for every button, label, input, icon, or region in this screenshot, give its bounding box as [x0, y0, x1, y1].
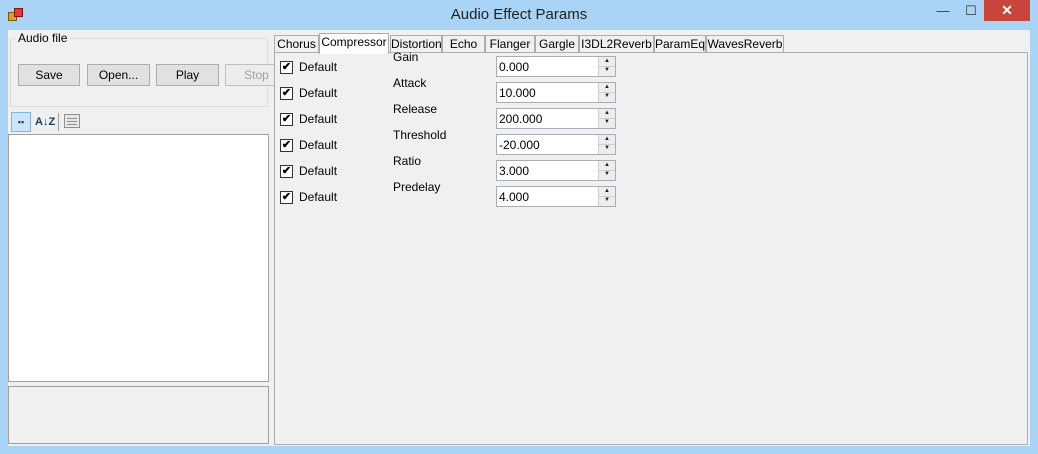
audio-file-group-label: Audio file [16, 31, 70, 45]
tab-chorus[interactable]: Chorus [274, 35, 319, 53]
spin-buttons: ▲ ▼ [598, 161, 615, 180]
property-pages-icon[interactable] [64, 114, 80, 128]
tab-parameq[interactable]: ParamEq [654, 35, 706, 53]
default-checkbox[interactable]: ✔ [280, 139, 293, 152]
alphabetical-sort-icon[interactable]: A↓Z [35, 112, 55, 132]
app-window: Audio Effect Params — ☐ ✕ Audio file Sav… [0, 0, 1038, 454]
param-label-ratio: Ratio [393, 154, 422, 168]
tab-compressor[interactable]: Compressor [319, 33, 389, 54]
default-label: Default [299, 190, 338, 204]
param-row-gain: ✔ Default Gain 0.000 ▲ ▼ [275, 50, 1029, 81]
categorized-icon[interactable]: ▪▪ [11, 112, 31, 132]
param-label-threshold: Threshold [393, 128, 447, 142]
play-button[interactable]: Play [156, 64, 219, 86]
spin-down-icon[interactable]: ▼ [599, 92, 615, 101]
release-value: 200.000 [499, 112, 543, 126]
predelay-value: 4.000 [499, 190, 530, 204]
minimize-button[interactable]: — [930, 0, 956, 21]
spin-down-icon[interactable]: ▼ [599, 66, 615, 75]
spin-buttons: ▲ ▼ [598, 57, 615, 76]
client-area: Audio file Save Open... Play Stop ▪▪ A↓Z… [8, 30, 1030, 446]
default-label: Default [299, 86, 338, 100]
ratio-input[interactable]: 3.000 ▲ ▼ [496, 160, 616, 181]
spin-down-icon[interactable]: ▼ [599, 118, 615, 127]
default-label: Default [299, 164, 338, 178]
spin-down-icon[interactable]: ▼ [599, 196, 615, 205]
spin-buttons: ▲ ▼ [598, 109, 615, 128]
spin-down-icon[interactable]: ▼ [599, 170, 615, 179]
toolbar-separator [58, 113, 59, 131]
tab-echo[interactable]: Echo [442, 35, 485, 53]
tab-i3dl2reverb[interactable]: I3DL2Reverb [579, 35, 654, 53]
default-checkbox[interactable]: ✔ [280, 113, 293, 126]
tab-gargle[interactable]: Gargle [535, 35, 579, 53]
spin-buttons: ▲ ▼ [598, 187, 615, 206]
property-grid-help [8, 386, 269, 444]
window-title: Audio Effect Params [450, 6, 588, 23]
attack-input[interactable]: 10.000 ▲ ▼ [496, 82, 616, 103]
default-checkbox[interactable]: ✔ [280, 87, 293, 100]
property-grid[interactable] [8, 134, 269, 382]
default-checkbox[interactable]: ✔ [280, 165, 293, 178]
threshold-value: -20.000 [499, 138, 540, 152]
default-checkbox[interactable]: ✔ [280, 61, 293, 74]
param-label-predelay: Predelay [393, 180, 441, 194]
param-row-predelay: ✔ Default Predelay 4.000 ▲ ▼ [275, 180, 1029, 211]
predelay-input[interactable]: 4.000 ▲ ▼ [496, 186, 616, 207]
param-label-gain: Gain [393, 50, 419, 64]
title-bar: Audio Effect Params — ☐ ✕ [0, 0, 1038, 30]
param-row-ratio: ✔ Default Ratio 3.000 ▲ ▼ [275, 154, 1029, 185]
default-label: Default [299, 60, 338, 74]
default-label: Default [299, 138, 338, 152]
ratio-value: 3.000 [499, 164, 530, 178]
threshold-input[interactable]: -20.000 ▲ ▼ [496, 134, 616, 155]
property-grid-toolbar: ▪▪ A↓Z [8, 110, 270, 136]
param-row-threshold: ✔ Default Threshold -20.000 ▲ ▼ [275, 128, 1029, 159]
tab-flanger[interactable]: Flanger [485, 35, 535, 53]
maximize-button[interactable]: ☐ [958, 0, 984, 21]
param-row-release: ✔ Default Release 200.000 ▲ ▼ [275, 102, 1029, 133]
gain-input[interactable]: 0.000 ▲ ▼ [496, 56, 616, 77]
spin-buttons: ▲ ▼ [598, 135, 615, 154]
gain-value: 0.000 [499, 60, 530, 74]
tab-wavesreverb[interactable]: WavesReverb [706, 35, 784, 53]
spin-buttons: ▲ ▼ [598, 83, 615, 102]
attack-value: 10.000 [499, 86, 536, 100]
compressor-tab-page: ✔ Default Gain 0.000 ▲ ▼ ✔ Default Attac… [274, 50, 1029, 445]
spin-down-icon[interactable]: ▼ [599, 144, 615, 153]
param-label-release: Release [393, 102, 438, 116]
open-button[interactable]: Open... [87, 64, 150, 86]
audio-file-group: Audio file Save Open... Play Stop [10, 31, 288, 107]
default-checkbox[interactable]: ✔ [280, 191, 293, 204]
default-label: Default [299, 112, 338, 126]
close-button[interactable]: ✕ [984, 0, 1030, 21]
release-input[interactable]: 200.000 ▲ ▼ [496, 108, 616, 129]
param-label-attack: Attack [393, 76, 427, 90]
save-button[interactable]: Save [18, 64, 80, 86]
param-row-attack: ✔ Default Attack 10.000 ▲ ▼ [275, 76, 1029, 107]
